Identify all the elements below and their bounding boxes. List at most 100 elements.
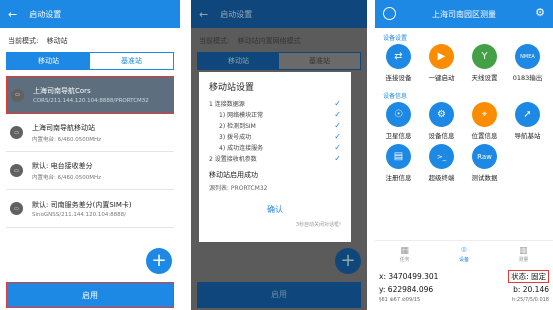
nmea-output-icon: NMEA [515, 44, 540, 69]
satellite-status: §61 ⊕67 ⊘09/15 [379, 297, 421, 303]
middle-title: 启动设置 [220, 9, 253, 19]
device-info-grid: ☉ 卫星信息 ⚙ 设备信息 ⌖ 位置信息 ➚ 导航基站 ▤ 注册信息 >_ 超级终端 Raw… [375, 100, 553, 186]
tile-label: 注册信息 [385, 174, 412, 182]
nav-label: 测量 [518, 257, 529, 263]
tile-navigation-base[interactable]: ➚ 导航基站 [506, 102, 549, 144]
config-item[interactable]: ▭ 默认: 电台接收差分内置电台: 6/460.0500MHz [6, 152, 174, 190]
back-arrow-icon[interactable]: ← [8, 8, 17, 21]
mode-label: 当前模式: [8, 37, 39, 45]
tile-label: 连接设备 [385, 74, 412, 82]
back-arrow-icon[interactable]: ← [199, 8, 208, 21]
step-text: 1 连接数据源 [209, 101, 245, 108]
start-button[interactable]: 启用 [6, 282, 174, 308]
start-button[interactable]: 启用 [197, 282, 361, 308]
connect-device-icon: ⇄ [386, 44, 411, 69]
tile-label: 0183输出 [512, 74, 543, 82]
config-detail: SinoGNSS/211.144.120.104:8888/ [32, 211, 127, 218]
tile-satellite-info[interactable]: ☉ 卫星信息 [377, 102, 420, 144]
add-config-button[interactable]: + [146, 248, 172, 274]
nav-device[interactable]: ⌾ 设备 [434, 241, 493, 268]
step-row: 2 设置接收机参数 ✓ [209, 153, 341, 164]
middle-phone-screen: ← 启动设置 当前模式: 移动站内置网络模式 移动站 基准站 移动站设置 1 连… [191, 0, 367, 310]
device-info-icon: ⚙ [429, 102, 454, 127]
tab-base[interactable]: 基准站 [279, 53, 360, 69]
user-icon[interactable] [383, 7, 396, 20]
left-header: ← 启动设置 [0, 0, 180, 28]
tile-connect-device[interactable]: ⇄ 连接设备 [377, 44, 420, 86]
step-row: 3) 拨号成功 ✓ [209, 131, 341, 142]
tile-label: 超级终端 [428, 174, 455, 182]
tab-base[interactable]: 基准站 [90, 53, 173, 69]
survey-icon: ▥ [519, 246, 528, 256]
time-status: h:25/7/5/0.018 [512, 297, 549, 303]
config-item-selected[interactable]: ▭ 上海司南导航Cors CORS/211.144.120.104:8888/PR… [6, 76, 174, 114]
tab-rover[interactable]: 移动站 [7, 53, 90, 69]
rover-setup-dialog: 移动站设置 1 连接数据源 ✓ 1) 网络模块正常 ✓ 2) 检测到SIM ✓ 3) … [199, 72, 351, 242]
tile-device-info[interactable]: ⚙ 设备信息 [420, 102, 463, 144]
status-bar: §61 ⊕67 ⊘09/15 h:25/7/5/0.018 [379, 297, 549, 303]
section-device-settings: 设备设置 [383, 35, 408, 42]
mode-value: 移动站内置网络模式 [237, 37, 301, 45]
config-detail: 内置电台: 6/460.0500MHz [32, 174, 101, 181]
confirm-button[interactable]: 确认 [209, 204, 341, 215]
left-title: 启动设置 [29, 9, 62, 19]
step-text: 2) 检测到SIM [219, 123, 256, 130]
mode-tabs: 移动站 基准站 [6, 52, 174, 70]
dialog-title: 移动站设置 [209, 83, 255, 93]
right-header: 上海司南园区测量 ⚙ [375, 0, 553, 28]
one-key-start-icon: ▶ [429, 44, 454, 69]
nav-label: 设备 [458, 257, 469, 263]
check-icon: ✓ [334, 121, 341, 130]
antenna-icon: Y [472, 44, 497, 69]
check-icon: ✓ [334, 154, 341, 163]
config-name: 默认: 司南服务差分(内置SIM卡) [32, 200, 132, 209]
step-text: 2 设置接收机参数 [209, 156, 257, 163]
check-icon: ✓ [334, 132, 341, 141]
config-item[interactable]: ▭ 默认: 司南服务差分(内置SIM卡) SinoGNSS/211.144.120… [6, 190, 174, 228]
current-mode: 当前模式: 移动站内置网络模式 [191, 28, 367, 52]
project-title: 上海司南园区测量 [432, 9, 496, 19]
step-row: 2) 检测到SIM ✓ [209, 120, 341, 131]
config-detail: 内置电台: 6/460.0500MHz [32, 136, 101, 143]
radio-icon: ▭ [10, 164, 23, 177]
tile-register-info[interactable]: ▤ 注册信息 [377, 144, 420, 186]
tile-test-data[interactable]: Raw 测试数据 [463, 144, 506, 186]
config-item[interactable]: ▭ 上海司南导航移动站 内置电台: 6/460.0500MHz [6, 114, 174, 152]
device-icon: ⌾ [461, 246, 467, 256]
position-icon: ⌖ [472, 102, 497, 127]
nav-task[interactable]: ▦ 任务 [375, 241, 434, 268]
nav-survey[interactable]: ▥ 测量 [494, 241, 553, 268]
tile-label: 导航基站 [514, 132, 541, 140]
tile-position-info[interactable]: ⌖ 位置信息 [463, 102, 506, 144]
b-value: b: 20.146 [513, 285, 549, 294]
device-settings-grid: ⇄ 连接设备 ▶ 一键启动 Y 天线设置 NMEA 0183输出 [375, 42, 553, 86]
network-icon: ▭ [10, 202, 23, 215]
tab-rover[interactable]: 移动站 [198, 53, 279, 69]
x-coordinate: x: 3470499.301 [379, 272, 439, 281]
settings-gear-icon[interactable]: ⚙ [535, 6, 545, 19]
tile-super-terminal[interactable]: >_ 超级终端 [420, 144, 463, 186]
step-text: 4) 成功连接服务 [219, 145, 264, 152]
add-config-button[interactable]: + [335, 248, 361, 274]
config-name: 默认: 电台接收差分 [32, 161, 93, 170]
task-icon: ▦ [400, 246, 409, 256]
left-phone-screen: ← 启动设置 当前模式: 移动站 移动站 基准站 ▭ 上海司南导航Cors COR… [0, 0, 180, 310]
network-icon: ▭ [11, 88, 24, 102]
tile-label: 位置信息 [471, 132, 498, 140]
tile-nmea-output[interactable]: NMEA 0183输出 [506, 44, 549, 86]
auto-close-note: 3秒自动关闭对话框! [295, 222, 341, 228]
tile-antenna[interactable]: Y 天线设置 [463, 44, 506, 86]
tile-label: 天线设置 [471, 74, 498, 82]
current-mode: 当前模式: 移动站 [0, 28, 180, 52]
section-device-info: 设备信息 [383, 93, 408, 100]
check-icon: ✓ [334, 99, 341, 108]
config-name: 上海司南导航Cors [33, 87, 91, 95]
mode-tabs: 移动站 基准站 [197, 52, 361, 70]
tile-label: 卫星信息 [385, 132, 412, 140]
fix-state: 状态: 固定 [508, 270, 549, 283]
source-list: 源列表: PRORTCM32 [209, 185, 268, 192]
super-terminal-icon: >_ [429, 144, 454, 169]
bottom-navigation: ▦ 任务 ⌾ 设备 ▥ 测量 [375, 240, 553, 268]
tile-one-key-start[interactable]: ▶ 一键启动 [420, 44, 463, 86]
tile-label: 一键启动 [428, 74, 455, 82]
